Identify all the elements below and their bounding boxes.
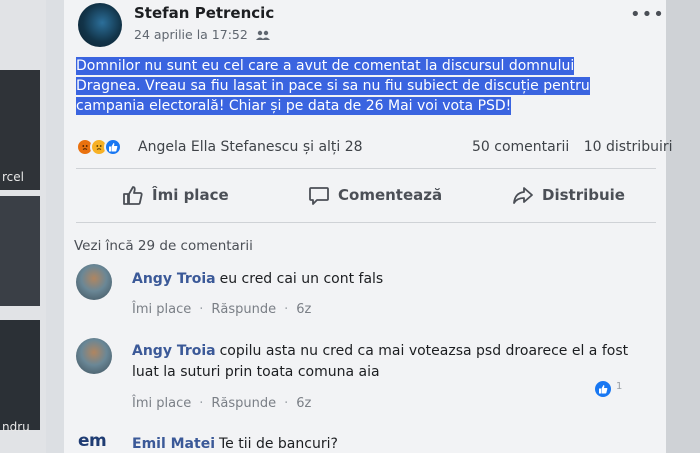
- gutter: [46, 0, 64, 453]
- comment-body: Angy Troia copilu asta nu cred ca mai vot…: [132, 341, 632, 383]
- post-timestamp[interactable]: 24 aprilie la 17:52: [134, 27, 248, 42]
- commenter-avatar[interactable]: em: [78, 431, 107, 451]
- sidebar-thumbnail[interactable]: [0, 320, 40, 430]
- share-button[interactable]: Distribuie: [512, 184, 625, 206]
- sidebar-label-2: ndru: [2, 420, 30, 434]
- more-options-button[interactable]: •••: [630, 4, 665, 25]
- commenter-name[interactable]: Emil Matei: [132, 436, 215, 452]
- separator: ·: [284, 396, 289, 411]
- friends-icon: [255, 30, 270, 40]
- like-button[interactable]: Îmi place: [122, 184, 229, 206]
- divider: [76, 222, 656, 223]
- left-sidebar-strip: rcel ndru: [0, 0, 46, 453]
- share-button-label: Distribuie: [542, 186, 625, 204]
- like-reaction-icon: [104, 138, 122, 156]
- separator: ·: [199, 396, 204, 411]
- view-more-comments-link[interactable]: Vezi încă 29 de comentarii: [74, 238, 253, 254]
- comment-text: eu cred cai un cont fals: [219, 271, 384, 287]
- comment-body: Angy Troia eu cred cai un cont fals: [132, 269, 592, 290]
- post-counts: 50 comentarii 10 distribuiri: [472, 139, 682, 155]
- comment-body: Emil Matei Te tii de bancuri?: [132, 436, 338, 452]
- thumbs-up-icon: [599, 385, 608, 394]
- commenter-avatar[interactable]: [76, 264, 112, 300]
- post-text-highlighted: Domnilor nu sunt eu cel care a avut de c…: [76, 57, 590, 115]
- comment-button-label: Comentează: [338, 186, 443, 204]
- comment-like-link[interactable]: Îmi place: [132, 396, 191, 411]
- post-text: Domnilor nu sunt eu cel care a avut de c…: [76, 56, 606, 116]
- share-icon: [513, 187, 533, 204]
- sidebar-thumbnail[interactable]: [0, 196, 40, 306]
- right-edge: [666, 0, 700, 453]
- comment-reply-link[interactable]: Răspunde: [211, 302, 276, 317]
- thumbs-up-icon: [123, 186, 143, 205]
- comment-like-count: 1: [616, 381, 623, 392]
- comment-actions: Îmi place · Răspunde · 6z: [132, 396, 311, 411]
- comments-count[interactable]: 50 comentarii: [472, 139, 569, 155]
- comment-like-badge[interactable]: [595, 381, 611, 397]
- comment-button[interactable]: Comentează: [308, 184, 442, 206]
- sidebar-label-1: rcel: [2, 170, 24, 184]
- comment-reply-link[interactable]: Răspunde: [211, 396, 276, 411]
- post-author[interactable]: Stefan Petrencic: [134, 4, 274, 22]
- shares-count[interactable]: 10 distribuiri: [584, 139, 673, 155]
- reaction-icons[interactable]: [76, 138, 122, 156]
- divider: [76, 168, 656, 169]
- comment-age[interactable]: 6z: [296, 302, 311, 317]
- reaction-names[interactable]: Angela Ella Stefanescu și alți 28: [138, 139, 363, 155]
- comment-text: Te tii de bancuri?: [219, 436, 338, 452]
- post-meta: 24 aprilie la 17:52: [134, 27, 270, 42]
- author-avatar[interactable]: [78, 3, 122, 47]
- like-button-label: Îmi place: [152, 186, 229, 204]
- commenter-name[interactable]: Angy Troia: [132, 271, 216, 287]
- comment-like-link[interactable]: Îmi place: [132, 302, 191, 317]
- comment-icon: [309, 187, 329, 205]
- separator: ·: [284, 302, 289, 317]
- comment-actions: Îmi place · Răspunde · 6z: [132, 302, 311, 317]
- comment-age[interactable]: 6z: [296, 396, 311, 411]
- separator: ·: [199, 302, 204, 317]
- commenter-name[interactable]: Angy Troia: [132, 343, 216, 359]
- commenter-avatar[interactable]: [76, 338, 112, 374]
